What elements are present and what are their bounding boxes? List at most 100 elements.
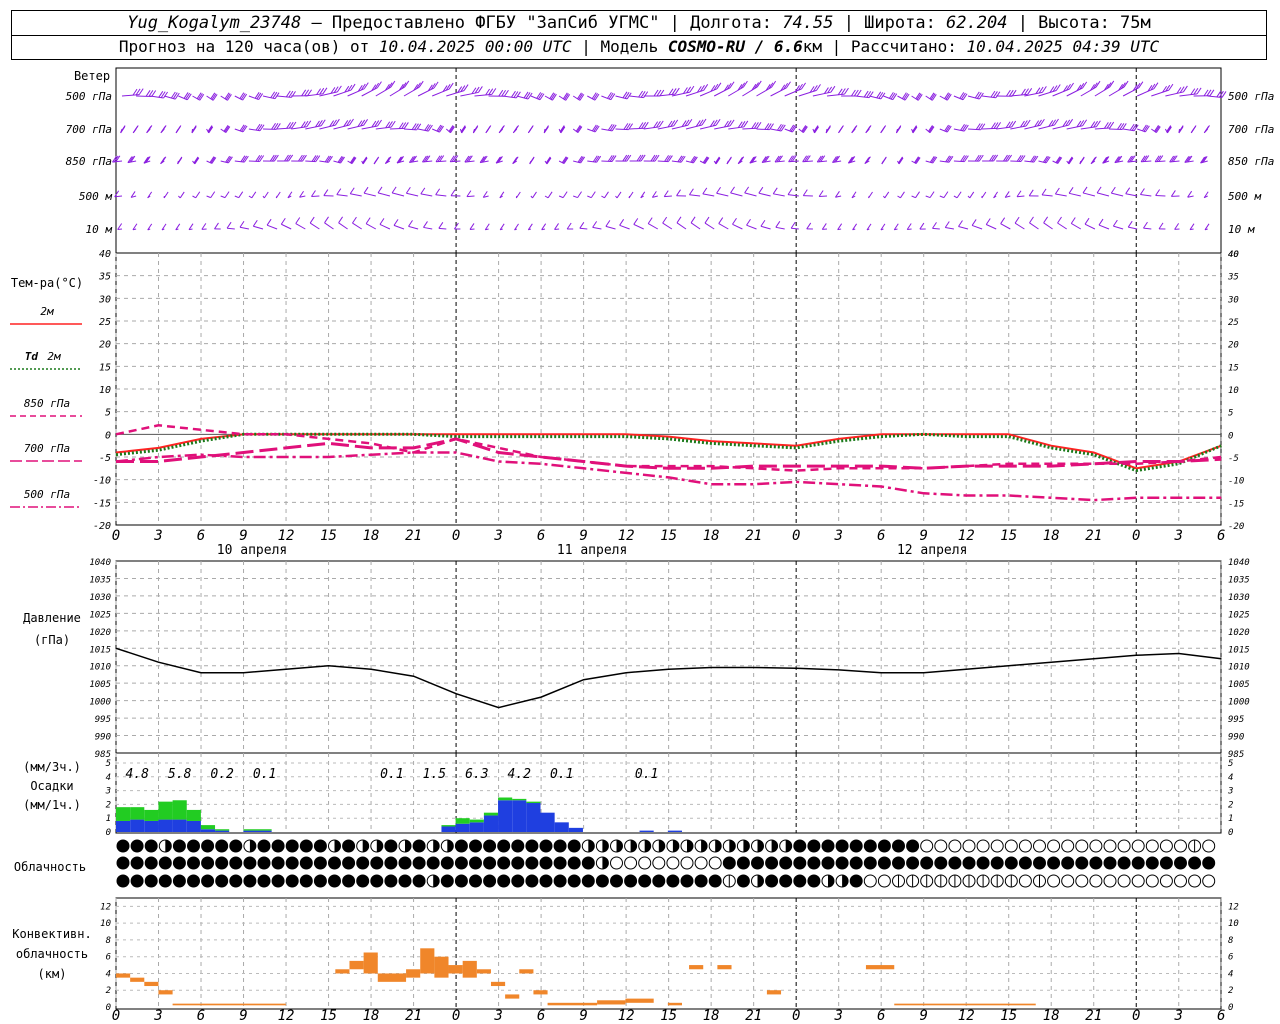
wind-barbs bbox=[112, 80, 1227, 231]
wind-barb-feather bbox=[424, 124, 430, 131]
wind-barb-feather bbox=[772, 187, 778, 195]
wind-barb-shaft bbox=[791, 227, 799, 230]
wind-barb-shaft bbox=[392, 192, 405, 197]
y-tick-label-right: 0 bbox=[1228, 431, 1233, 441]
wind-barb-feather bbox=[438, 222, 444, 229]
cloud-cover-full bbox=[765, 856, 779, 870]
cloud-cover-full bbox=[525, 856, 539, 870]
cloud-cover-full bbox=[962, 856, 976, 870]
cloud-cover-full bbox=[793, 874, 807, 888]
cloud-cover-full bbox=[342, 874, 356, 888]
wind-barb-feather bbox=[176, 125, 182, 132]
cloud-cover-clear bbox=[1061, 839, 1075, 853]
temperature-title: Тем-ра(°С) bbox=[11, 276, 83, 290]
wind-barb-feather bbox=[1170, 190, 1176, 197]
wind-barb-feather bbox=[689, 188, 694, 196]
wind-barb-feather bbox=[969, 191, 975, 199]
wind-barb-shaft bbox=[1084, 223, 1096, 230]
wind-barb-feather bbox=[1191, 125, 1197, 132]
y-tick-label: -20 bbox=[93, 521, 111, 532]
x-tick-label: 0 bbox=[452, 528, 460, 544]
wind-barb-shaft bbox=[702, 193, 715, 197]
y-tick-label-right: 5 bbox=[1228, 409, 1233, 419]
y-tick-label: 25 bbox=[99, 317, 111, 328]
x-tick-label: 18 bbox=[1043, 528, 1060, 544]
cloud-cover-full bbox=[483, 874, 497, 888]
y-tick-label-right: -20 bbox=[1228, 522, 1244, 532]
wind-barb-shaft bbox=[932, 227, 940, 230]
cloud-cover-clear bbox=[877, 874, 891, 888]
wind-barb-feather bbox=[302, 154, 307, 162]
x-tick-label: 3 bbox=[153, 528, 162, 544]
convective-cloud-bar bbox=[689, 965, 704, 970]
x-tick-label: 12 bbox=[278, 528, 295, 544]
wind-barb-shaft bbox=[338, 222, 348, 230]
cloud-cover-full bbox=[229, 874, 243, 888]
cloud-cover-half-fill bbox=[644, 840, 651, 852]
wind-barb-feather bbox=[258, 93, 264, 100]
wind-barb-feather bbox=[191, 125, 197, 132]
wind-barb-feather bbox=[547, 191, 553, 199]
cloud-cover-full bbox=[384, 839, 398, 853]
wind-barb-feather bbox=[778, 124, 784, 131]
cloud-cover-half-fill bbox=[785, 840, 792, 852]
cloud-cover-full bbox=[299, 856, 313, 870]
wind-barb-shaft bbox=[234, 195, 239, 199]
cloud-cover-full bbox=[469, 856, 482, 870]
wind-barb-shaft bbox=[1125, 193, 1138, 197]
cloud-cover-full bbox=[313, 839, 327, 853]
precip-bar-blue bbox=[526, 803, 541, 832]
pressure-unit: (гПа) bbox=[34, 633, 70, 647]
cloud-cover-clear bbox=[1103, 874, 1117, 888]
x-tick-label: 0 bbox=[1132, 528, 1140, 544]
cloud-cover-clear bbox=[1159, 839, 1173, 853]
wind-barb-feather bbox=[374, 156, 380, 164]
cloud-cover-full bbox=[130, 874, 144, 888]
precip-bar-green bbox=[498, 797, 513, 801]
wind-barb-shaft bbox=[466, 195, 475, 198]
cloud-cover-clear bbox=[708, 856, 722, 870]
wind-barb-feather bbox=[636, 154, 642, 162]
x-tick-label: 6 bbox=[1217, 1008, 1225, 1024]
meteogram: 0 3 6 9 12 15 18 21 0 3 6 9 12 15 18 21 0 3 6 9 12 15 18 21 0 3 60… bbox=[10, 67, 1274, 1024]
cloud-cover-full bbox=[384, 856, 398, 870]
wind-barb-shaft bbox=[336, 194, 348, 197]
x-tick-label: 18 bbox=[1043, 1008, 1060, 1024]
y-tick-label: 0 bbox=[106, 828, 111, 838]
cloud-cover-clear bbox=[1145, 839, 1159, 853]
wind-barb-feather bbox=[391, 186, 397, 194]
cloud-cover-full bbox=[892, 856, 905, 870]
wind-barb-feather bbox=[976, 154, 982, 162]
wind-barb-shaft bbox=[281, 223, 292, 230]
y-tick-label: 5 bbox=[106, 759, 111, 769]
cloud-cover-clear bbox=[1131, 839, 1145, 853]
y-tick-label: 6 bbox=[106, 953, 111, 963]
wind-title: Ветер bbox=[74, 69, 110, 83]
wind-barb-feather bbox=[802, 189, 808, 196]
y-tick-label: 10 bbox=[99, 385, 111, 396]
y-tick-label: 4 bbox=[106, 969, 111, 979]
cloud-cover-clear bbox=[1089, 839, 1103, 853]
cloud-cover-full bbox=[553, 856, 567, 870]
wind-barb-shaft bbox=[1057, 222, 1067, 230]
wind-barb-feather bbox=[1096, 186, 1102, 194]
x-tick-label: 9 bbox=[579, 1008, 587, 1024]
wind-barb-shaft bbox=[1140, 194, 1152, 197]
wind-barb-feather bbox=[818, 190, 824, 197]
wind-barb-feather bbox=[284, 154, 289, 162]
day-label: 11 апреля bbox=[557, 543, 627, 558]
wind-barb-feather bbox=[448, 82, 454, 90]
wind-level-label-right: 500 м bbox=[1228, 190, 1261, 203]
x-tick-label: 12 bbox=[618, 528, 635, 544]
wind-barb-shaft bbox=[1055, 193, 1067, 197]
wind-barb-feather bbox=[919, 222, 925, 230]
wind-level-label-right: 700 гПа bbox=[1228, 123, 1274, 136]
cloud-cover-half-fill bbox=[757, 875, 764, 887]
wind-barb-feather bbox=[758, 186, 764, 194]
cloud-cover-clear bbox=[680, 856, 694, 870]
cloud-cover-full bbox=[130, 839, 144, 853]
wind-barb-shaft bbox=[1041, 194, 1053, 197]
x-tick-label: 12 bbox=[958, 528, 975, 544]
wind-barb-feather bbox=[896, 125, 902, 132]
wind-barb-feather bbox=[974, 154, 980, 162]
